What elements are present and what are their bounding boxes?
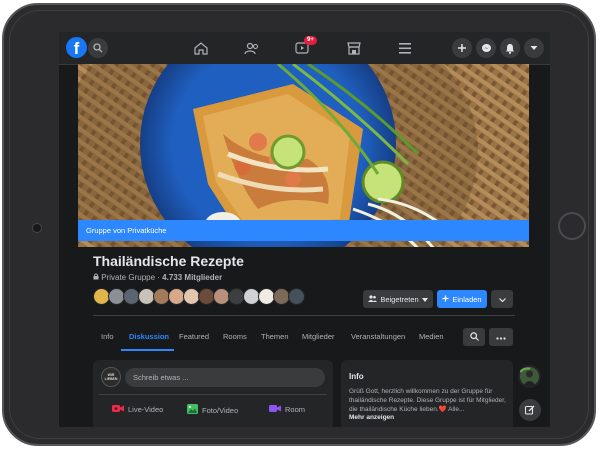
members-icon bbox=[368, 294, 378, 304]
invite-label: Einladen bbox=[452, 294, 482, 304]
tab-info[interactable]: Info bbox=[101, 323, 114, 351]
photo-video-button[interactable]: Foto/Video bbox=[187, 404, 238, 416]
tab-rooms[interactable]: Rooms bbox=[223, 323, 247, 351]
friends-icon[interactable] bbox=[243, 40, 261, 56]
composer-input[interactable]: Schreib etwas ... bbox=[125, 368, 325, 387]
tablet-frame: f 9+ Gruppe von Privatküche Thailändisch… bbox=[2, 3, 596, 446]
facebook-screen: f 9+ Gruppe von Privatküche Thailändisch… bbox=[59, 32, 550, 427]
home-button[interactable] bbox=[558, 212, 586, 240]
user-avatar[interactable]: WIR LIEBEN bbox=[101, 367, 121, 387]
active-tab-indicator bbox=[121, 349, 174, 351]
new-message-icon[interactable] bbox=[519, 399, 541, 421]
messenger-icon[interactable] bbox=[476, 38, 496, 58]
joined-button[interactable]: Beigetreten bbox=[363, 290, 433, 308]
home-icon[interactable] bbox=[192, 40, 210, 56]
facebook-logo-icon[interactable]: f bbox=[66, 37, 87, 58]
search-icon bbox=[469, 331, 479, 343]
search-icon[interactable] bbox=[88, 38, 108, 58]
notification-badge: 9+ bbox=[304, 36, 317, 45]
tab-featured[interactable]: Featured bbox=[179, 323, 209, 351]
more-options-button[interactable] bbox=[491, 290, 513, 308]
plus-icon bbox=[442, 295, 449, 304]
room-label: Room bbox=[285, 405, 306, 414]
photo-video-label: Foto/Video bbox=[202, 405, 239, 415]
invite-button[interactable]: Einladen bbox=[437, 290, 487, 308]
tab-veranstaltungen[interactable]: Veranstaltungen bbox=[351, 323, 405, 351]
live-video-label: Live-Video bbox=[128, 405, 164, 414]
menu-icon[interactable] bbox=[396, 40, 414, 56]
composer-divider bbox=[99, 394, 327, 395]
tab-mitglieder[interactable]: Mitglieder bbox=[302, 323, 335, 351]
room-icon bbox=[269, 404, 281, 415]
camera bbox=[32, 223, 42, 233]
privacy-label: Private Gruppe bbox=[101, 273, 156, 282]
plus-icon[interactable] bbox=[452, 38, 472, 58]
contact-avatar[interactable] bbox=[518, 365, 541, 388]
top-navigation-bar: f 9+ bbox=[59, 32, 550, 65]
group-meta: Private Gruppe · 4.733 Mitglieder bbox=[93, 273, 222, 282]
info-title: Info bbox=[349, 372, 364, 381]
avatar bbox=[288, 288, 305, 305]
group-name[interactable]: Thailändische Rezepte bbox=[93, 253, 244, 269]
bell-icon[interactable] bbox=[500, 38, 520, 58]
marketplace-icon[interactable] bbox=[345, 40, 363, 56]
room-button[interactable]: Room bbox=[269, 404, 305, 415]
photo-icon bbox=[187, 404, 198, 416]
account-dropdown-icon[interactable] bbox=[524, 38, 544, 58]
lock-icon bbox=[93, 273, 101, 282]
group-more-button[interactable] bbox=[489, 328, 513, 346]
header-divider bbox=[93, 315, 515, 316]
tab-medien[interactable]: Medien bbox=[419, 323, 444, 351]
chevron-down-icon bbox=[421, 295, 428, 304]
chevron-down-icon bbox=[498, 295, 506, 304]
live-video-button[interactable]: Live-Video bbox=[112, 404, 163, 415]
tab-diskussion[interactable]: Diskussion bbox=[129, 323, 169, 351]
live-video-icon bbox=[112, 404, 124, 415]
more-dots-icon bbox=[496, 333, 506, 342]
cover-caption[interactable]: Gruppe von Privatküche bbox=[78, 220, 529, 241]
show-more-link[interactable]: Mehr anzeigen bbox=[349, 414, 394, 421]
info-description: Grüß Gott, herzlich willkommen zu der Gr… bbox=[349, 388, 506, 413]
tab-themen[interactable]: Themen bbox=[261, 323, 289, 351]
member-count[interactable]: 4.733 Mitglieder bbox=[162, 273, 222, 282]
group-search-button[interactable] bbox=[463, 328, 485, 346]
joined-label: Beigetreten bbox=[380, 294, 419, 304]
